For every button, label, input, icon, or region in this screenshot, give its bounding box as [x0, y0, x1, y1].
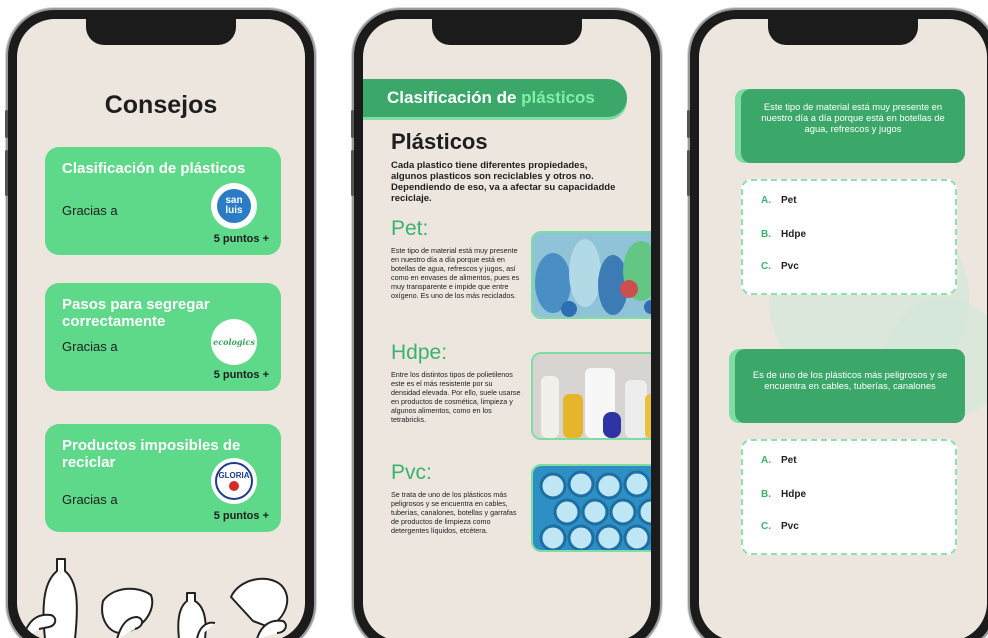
tips-screen: Consejos Clasificación de plásticos Grac… — [17, 19, 305, 638]
plastic-type-title: Pvc: — [391, 461, 432, 484]
pet-bottles-image — [531, 231, 651, 319]
answer-options: A. Pet B. Hdpe C. Pvc — [741, 179, 957, 295]
ecologics-logo: ecologics — [211, 319, 257, 365]
plastic-type-description: Este tipo de material está muy presente … — [391, 246, 520, 300]
quiz-screen: Este tipo de material está muy presente … — [699, 19, 987, 638]
phone-notch — [432, 19, 582, 45]
san-luis-logo: san luis — [211, 183, 257, 229]
phone-classification: Clasificación de plásticos Plásticos Cad… — [351, 10, 660, 638]
classification-screen: Clasificación de plásticos Plásticos Cad… — [363, 19, 651, 638]
pvc-pipes-image — [531, 464, 651, 552]
section-heading: Plásticos — [391, 129, 488, 154]
gloria-logo: GLORIA — [211, 458, 257, 504]
hdpe-containers-image — [531, 352, 651, 440]
page-title: Consejos — [104, 91, 218, 119]
phone-notch — [86, 19, 236, 45]
question-box: Es de uno de los plásticos más peligroso… — [735, 349, 965, 423]
plastic-type-title: Hdpe: — [391, 341, 448, 364]
section-intro: Cada plastico tiene diferentes propiedad… — [391, 160, 616, 204]
tip-card-points: 5 puntos + — [213, 510, 269, 522]
tip-card-points: 5 puntos + — [213, 369, 269, 381]
phone-notch — [768, 19, 918, 45]
phone-tips: Consejos Clasificación de plásticos Grac… — [5, 10, 314, 638]
answer-option-a[interactable]: A. Pet — [761, 195, 797, 206]
tip-card-clasificacion[interactable]: Clasificación de plásticos Gracias a san… — [45, 147, 281, 255]
plastic-type-title: Pet: — [391, 217, 429, 240]
tip-card-segregar[interactable]: Pasos para segregar correctamente Gracia… — [45, 283, 281, 391]
question-box: Este tipo de material está muy presente … — [741, 89, 965, 163]
tip-card-title: Clasificación de plásticos — [62, 160, 246, 177]
answer-option-c[interactable]: C. Pvc — [761, 261, 799, 272]
answer-option-c[interactable]: C. Pvc — [761, 521, 799, 532]
tip-card-imposibles[interactable]: Productos imposibles de reciclar Gracias… — [45, 424, 281, 532]
answer-option-b[interactable]: B. Hdpe — [761, 229, 806, 240]
tip-card-thanks: Gracias a — [62, 492, 118, 507]
tip-card-points: 5 puntos + — [213, 233, 269, 245]
section-banner: Clasificación de plásticos — [363, 79, 627, 117]
tip-card-thanks: Gracias a — [62, 203, 118, 218]
answer-option-a[interactable]: A. Pet — [761, 455, 797, 466]
answer-options: A. Pet B. Hdpe C. Pvc — [741, 439, 957, 555]
plastic-type-description: Se trata de uno de los plásticos más pel… — [391, 490, 517, 535]
answer-option-b[interactable]: B. Hdpe — [761, 489, 806, 500]
tip-card-thanks: Gracias a — [62, 339, 118, 354]
hands-with-plastics-illustration — [22, 558, 289, 638]
plastic-type-description: Entre los distintos tipos de polietileno… — [391, 370, 521, 424]
phone-quiz: Este tipo de material está muy presente … — [687, 10, 988, 638]
